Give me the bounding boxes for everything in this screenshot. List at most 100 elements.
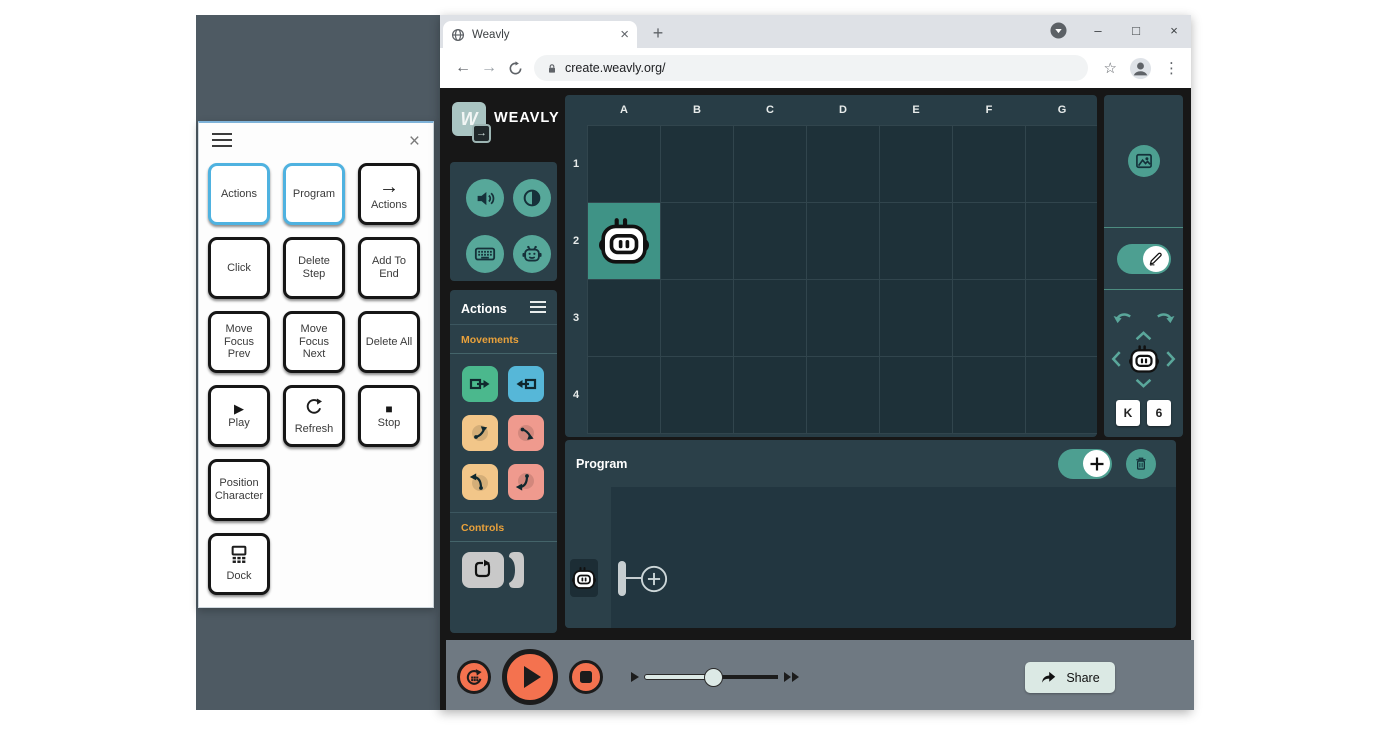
grid-cell [880,280,952,356]
move-focus-next-button[interactable]: Move Focus Next [283,311,345,373]
playback-bar: Share [446,640,1194,710]
actions-arrow-button[interactable]: → Actions [358,163,420,225]
delete-step-button[interactable]: Delete Step [283,237,345,299]
program-section: Program [565,440,1176,628]
add-step-node[interactable] [640,565,668,593]
background-picker-button[interactable] [1127,145,1160,177]
window-close-button[interactable]: × [1167,23,1181,38]
maximize-button[interactable]: □ [1129,23,1143,38]
url-bar[interactable]: create.weavly.org/ [534,55,1088,81]
turn-left-90-block[interactable] [462,464,498,500]
trash-icon [1136,457,1146,470]
forward-button[interactable]: → [476,59,502,77]
tab-close-icon[interactable]: × [620,27,629,42]
move-backward-block[interactable] [508,366,544,402]
hamburger-menu-icon[interactable] [212,132,232,151]
actions-target-button[interactable]: Actions [208,163,270,225]
bookmark-star-icon[interactable]: ☆ [1104,59,1117,77]
move-forward-block[interactable] [462,366,498,402]
close-icon[interactable]: × [409,132,420,151]
position-character-button[interactable]: Position Character [208,459,270,521]
backward-arrow-icon [516,378,537,390]
loop-block[interactable] [462,552,504,588]
button-label: Program [292,187,336,200]
column-coordinate-input[interactable]: K [1116,400,1140,426]
stop-program-button[interactable] [569,660,603,694]
switch-button-grid: Actions Program → Actions Click Delete S… [199,151,433,595]
turn-clockwise-button[interactable] [1154,310,1175,324]
speaker-icon [477,191,494,205]
turn-counterclockwise-button[interactable] [1113,310,1134,324]
share-button[interactable]: Share [1025,662,1115,693]
stop-icon [580,671,592,683]
add-to-end-button[interactable]: Add To End [358,237,420,299]
move-down-button[interactable] [1135,378,1152,388]
column-label: E [912,104,920,116]
actions-palette-header: Actions [450,290,557,324]
back-button[interactable]: ← [450,59,476,77]
minimize-button[interactable]: – [1091,23,1105,38]
move-up-button[interactable] [1135,330,1152,341]
grid-cell [661,126,733,202]
program-target-button[interactable]: Program [283,163,345,225]
switch-row: Actions Program → Actions [208,163,433,225]
move-right-button[interactable] [1166,351,1176,368]
turn-left-90-icon [469,473,488,491]
grid-cell [807,126,879,202]
browser-toolbar: ← → create.weavly.org/ ☆ ⋮ [440,48,1191,88]
grid-cell [1026,203,1097,279]
turn-right-45-block[interactable] [508,415,544,451]
slider-thumb[interactable] [704,668,723,687]
dock-button[interactable]: Dock [208,533,270,595]
play-icon: ▶ [234,401,244,417]
move-left-button[interactable] [1111,351,1122,368]
pen-toggle[interactable] [1116,243,1171,274]
delete-all-steps-button[interactable] [1126,448,1156,479]
column-label: D [839,104,847,116]
click-button[interactable]: Click [208,237,270,299]
keyboard-shortcuts-button[interactable] [466,234,504,273]
profile-avatar[interactable] [1129,57,1152,80]
grid-cell-character[interactable] [588,203,660,279]
character-select-button[interactable] [513,234,551,273]
contrast-theme-button[interactable] [513,179,551,217]
column-label: G [1057,104,1067,116]
slider-track-right[interactable] [714,675,778,679]
play-program-button[interactable] [502,649,558,705]
browser-menu-icon[interactable]: ⋮ [1164,59,1179,77]
row-label: 2 [572,235,580,247]
turn-right-90-block[interactable] [508,464,544,500]
play-button[interactable]: ▶ Play [208,385,270,447]
grid-cell [880,203,952,279]
delete-all-button[interactable]: Delete All [358,311,420,373]
row-coordinate-input[interactable]: 6 [1147,400,1171,426]
weavly-logo: W → WEAVLY [452,102,560,143]
character-position-section: K 6 [1104,290,1183,437]
stop-button[interactable]: ■ Stop [358,385,420,447]
grid-cell [661,203,733,279]
new-tab-button[interactable]: + [646,22,670,46]
grid-cell [588,126,660,202]
column-label: B [693,104,701,116]
reload-button[interactable] [502,60,528,76]
grid-cell [880,357,952,433]
turn-right-90-icon [515,473,534,491]
move-focus-prev-button[interactable]: Move Focus Prev [208,311,270,373]
browser-update-badge-icon[interactable] [1050,21,1067,39]
add-step-toggle[interactable] [1058,448,1112,479]
button-label: Delete Step [298,255,330,280]
robot-face-icon [522,245,542,262]
audio-feedback-button[interactable] [466,179,504,217]
row-labels: 1 2 3 4 [565,126,587,434]
grid-cell [588,357,660,433]
refresh-button[interactable]: Refresh [283,385,345,447]
grid-cell [807,357,879,433]
move-pad [1108,328,1180,390]
turn-left-45-block[interactable] [462,415,498,451]
speed-slider [631,640,806,710]
loop-end-block[interactable] [507,552,525,588]
pen-toggle-knob [1142,245,1169,272]
reset-button[interactable] [457,660,491,694]
browser-tab[interactable]: Weavly × [443,21,637,48]
palette-menu-icon[interactable] [530,301,546,316]
